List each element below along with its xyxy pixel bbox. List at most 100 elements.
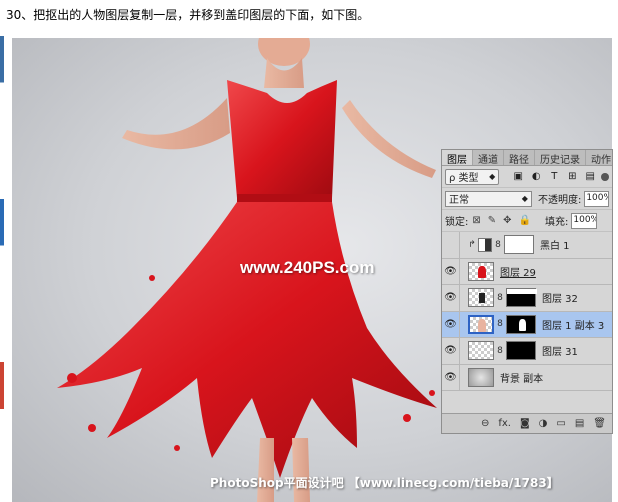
fx-icon[interactable]: fx.	[498, 418, 511, 429]
person-figure-icon	[478, 318, 486, 332]
lock-row: 锁定: ⊠ ✎ ✥ 🔒 填充: 100%	[442, 210, 612, 232]
splash-drop	[174, 445, 180, 451]
figure-icon	[479, 293, 485, 304]
opacity-field[interactable]: 100%	[584, 190, 609, 207]
tab-history[interactable]: 历史记录	[535, 150, 586, 166]
fill-label: 填充:	[545, 217, 569, 228]
clip-arrow-icon: ↱	[468, 239, 476, 250]
text-filter-icon[interactable]: T	[549, 171, 559, 182]
tab-paths[interactable]: 路径	[504, 150, 535, 166]
fill-field[interactable]: 100%	[571, 212, 598, 229]
chevron-down-icon: ◆	[521, 194, 528, 203]
link-icon: 8	[497, 319, 503, 330]
shape-filter-icon[interactable]: ⊞	[567, 171, 577, 182]
right-arm	[342, 100, 436, 178]
layer-thumbs: 8	[468, 341, 536, 361]
layer-row[interactable]: 👁 图层 29	[442, 258, 612, 285]
layer-row[interactable]: 👁 8 图层 32	[442, 285, 612, 312]
layer-row[interactable]: ↱ 8 黑白 1	[442, 232, 612, 259]
lock-all-icon[interactable]: 🔒	[519, 215, 531, 226]
layer-name: 黑白 1	[540, 241, 570, 253]
eye-icon[interactable]: 👁	[442, 311, 460, 337]
splash-drop	[149, 275, 155, 281]
eye-icon[interactable]: 👁	[442, 285, 460, 311]
filter-kind-label: ρ 类型	[449, 173, 479, 184]
layer-thumbs: ↱ 8	[468, 235, 534, 255]
layer-thumbs	[468, 367, 494, 387]
eye-icon[interactable]: 👁	[442, 258, 460, 284]
mask-figure-icon	[519, 318, 526, 331]
chevron-down-icon: ◆	[489, 172, 496, 181]
lock-label: 锁定:	[445, 217, 469, 228]
layer-row-selected[interactable]: 👁 8 图层 1 副本 3	[442, 311, 612, 338]
layer-thumb	[468, 341, 494, 361]
smart-filter-icon[interactable]: ▤	[585, 171, 595, 182]
adjustment-icon	[478, 237, 492, 252]
eye-icon[interactable]: 👁	[442, 338, 460, 364]
right-leg	[292, 438, 310, 502]
filter-toggle[interactable]	[601, 172, 609, 181]
layers-panel: 图层 通道 路径 历史记录 动作 ρ 类型 ◆ ▣ ◐ T ⊞ ▤ 正常 ◆ 不…	[441, 149, 613, 434]
layer-thumb	[468, 314, 494, 334]
lock-transparent-icon[interactable]: ⊠	[472, 215, 480, 226]
new-group-icon[interactable]: ▭	[556, 418, 565, 429]
filter-icons: ▣ ◐ T ⊞ ▤	[513, 171, 595, 182]
tab-actions[interactable]: 动作	[586, 150, 612, 166]
layer-mask-thumb	[506, 341, 536, 361]
opacity-label: 不透明度:	[537, 195, 582, 206]
red-figure-icon	[478, 265, 486, 278]
lock-icons: ⊠ ✎ ✥ 🔒	[472, 215, 531, 226]
link-layers-icon[interactable]: ⊖	[481, 418, 489, 429]
layer-row[interactable]: 👁 8 图层 31	[442, 338, 612, 365]
layer-mask-thumb	[506, 314, 536, 334]
splash-drop	[67, 373, 77, 383]
splash-drop	[429, 390, 435, 396]
add-mask-icon[interactable]: ◙	[520, 418, 530, 429]
adjustment-filter-icon[interactable]: ◐	[531, 171, 541, 182]
filter-row: ρ 类型 ◆ ▣ ◐ T ⊞ ▤	[442, 166, 612, 188]
layer-name: 图层 31	[542, 347, 578, 359]
dress-belt	[237, 194, 332, 202]
link-icon: 8	[495, 239, 501, 250]
dress-bodice	[227, 80, 337, 198]
layer-thumb	[468, 367, 494, 387]
tab-channels[interactable]: 通道	[473, 150, 504, 166]
layer-thumb	[468, 261, 494, 281]
watermark-text: www.240PS.com	[240, 258, 375, 277]
panel-bottom-bar: ⊖ fx. ◙ ◑ ▭ ▤ 🗑	[442, 413, 612, 433]
dress-skirt	[57, 202, 437, 478]
visibility-toggle[interactable]	[442, 232, 460, 258]
blend-mode-select[interactable]: 正常 ◆	[445, 190, 532, 207]
image-filter-icon[interactable]: ▣	[513, 171, 523, 182]
link-icon: 8	[497, 345, 503, 356]
new-layer-icon[interactable]: ▤	[575, 418, 584, 429]
tab-layers[interactable]: 图层	[442, 150, 473, 166]
left-arm	[122, 98, 230, 150]
layer-mask-thumb	[506, 288, 537, 308]
layers-list: ↱ 8 黑白 1 👁 图层 29 👁 8 图层 32 👁 8 图层 1 副本 3…	[442, 232, 612, 391]
layer-name: 图层 29	[500, 267, 536, 279]
link-icon: 8	[497, 292, 503, 303]
left-edge-strip	[0, 36, 4, 502]
trash-icon[interactable]: 🗑	[593, 418, 606, 429]
eye-icon[interactable]: 👁	[442, 364, 460, 390]
layer-thumb	[468, 288, 494, 308]
lock-image-icon[interactable]: ✎	[488, 215, 496, 226]
layer-thumbs	[468, 261, 494, 281]
instruction-text: 30、把抠出的人物图层复制一层，并移到盖印图层的下面，如下图。	[6, 8, 370, 22]
left-leg	[257, 438, 274, 502]
mask-highlight	[507, 289, 537, 295]
layer-thumbs: 8	[468, 314, 536, 334]
layer-name: 图层 32	[542, 294, 578, 306]
layer-mask-thumb	[504, 235, 534, 255]
filter-kind-select[interactable]: ρ 类型 ◆	[445, 168, 500, 185]
panel-tabs: 图层 通道 路径 历史记录 动作	[442, 150, 612, 166]
blend-row: 正常 ◆ 不透明度: 100%	[442, 188, 612, 210]
layer-thumbs: 8	[468, 288, 537, 308]
adjustment-layer-icon[interactable]: ◑	[539, 418, 548, 429]
footer-credit: PhotoShop平面设计吧 【www.linecg.com/tieba/178…	[210, 476, 559, 490]
lock-position-icon[interactable]: ✥	[503, 215, 511, 226]
layer-name: 背景 副本	[500, 373, 544, 385]
layer-name: 图层 1 副本 3	[542, 320, 605, 332]
layer-row[interactable]: 👁 背景 副本	[442, 364, 612, 391]
